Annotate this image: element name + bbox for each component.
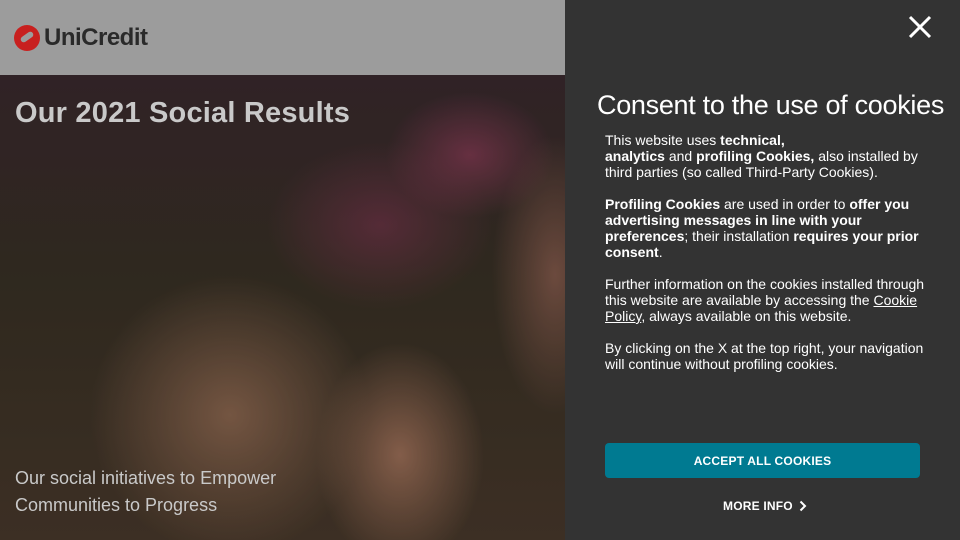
p1-text-a: This website uses bbox=[605, 132, 721, 148]
cookie-paragraph-1: This website uses technical, analytics a… bbox=[605, 132, 930, 180]
cookie-panel-body: This website uses technical, analytics a… bbox=[605, 132, 930, 388]
p3-text-b: , always available on this website. bbox=[641, 308, 852, 324]
cookie-paragraph-4: By clicking on the X at the top right, y… bbox=[605, 340, 924, 372]
hero-subtitle-line-2: Communities to Progress bbox=[15, 495, 218, 515]
brand-name: UniCredit bbox=[44, 24, 148, 51]
unicredit-logo[interactable]: UniCredit bbox=[14, 24, 148, 52]
close-icon bbox=[908, 15, 932, 39]
site-header: UniCredit bbox=[0, 0, 565, 75]
p2-text-f: . bbox=[658, 244, 663, 260]
close-button[interactable] bbox=[905, 12, 935, 42]
hero-title: Our 2021 Social Results bbox=[15, 97, 351, 129]
p2-bold-profiling: Profiling Cookies bbox=[605, 196, 721, 212]
more-info-button[interactable]: MORE INFO bbox=[723, 499, 807, 513]
hero-subtitle: Our social initiatives to Empower Commun… bbox=[15, 465, 335, 519]
p1-text-and: and bbox=[664, 148, 697, 164]
cookie-consent-panel: Consent to the use of cookies This websi… bbox=[565, 0, 960, 540]
accept-all-cookies-button[interactable]: ACCEPT ALL COOKIES bbox=[605, 443, 920, 478]
p1-bold-profiling: profiling Cookies, bbox=[696, 148, 815, 164]
p1-bold-technical: technical, bbox=[720, 132, 785, 148]
background-page: UniCredit Our 2021 Social Results Our so… bbox=[0, 0, 565, 540]
chevron-right-icon bbox=[799, 500, 807, 512]
cookie-panel-title: Consent to the use of cookies bbox=[597, 90, 945, 120]
p2-text-b: are used in order to bbox=[720, 196, 850, 212]
cookie-paragraph-2: Profiling Cookies are used in order to o… bbox=[605, 196, 930, 260]
p1-bold-analytics: analytics bbox=[605, 148, 665, 164]
unicredit-logo-icon bbox=[14, 25, 40, 51]
cookie-paragraph-3: Further information on the cookies insta… bbox=[605, 276, 930, 324]
hero-subtitle-line-1: Our social initiatives to Empower bbox=[15, 468, 277, 488]
hero-banner[interactable]: Our 2021 Social Results Our social initi… bbox=[0, 75, 565, 540]
more-info-label: MORE INFO bbox=[723, 499, 793, 513]
p2-text-d: ; their installation bbox=[684, 228, 794, 244]
